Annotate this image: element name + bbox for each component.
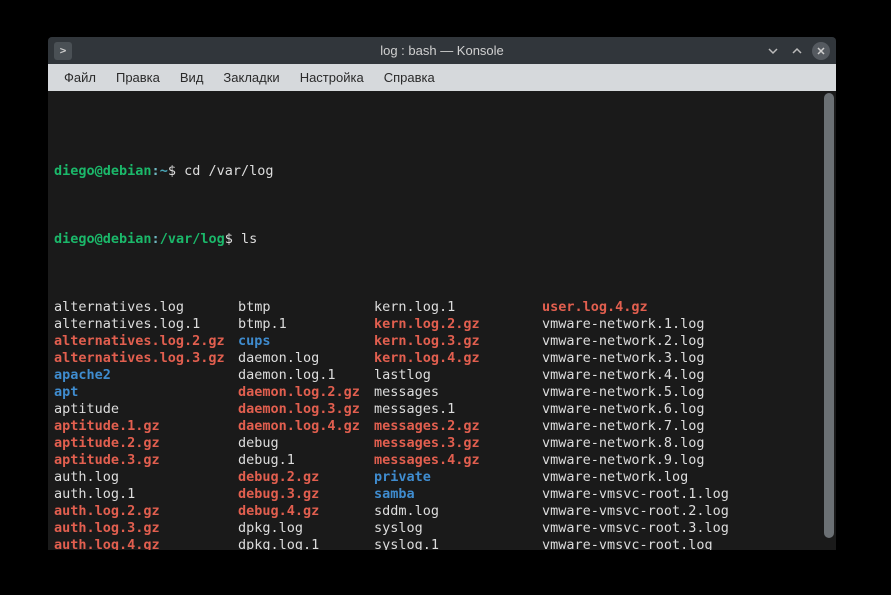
file-entry: daemon.log — [238, 350, 374, 367]
file-entry: samba — [374, 486, 542, 503]
file-entry: messages.1 — [374, 401, 542, 418]
file-entry: auth.log.3.gz — [54, 520, 238, 537]
file-entry: daemon.log.1 — [238, 367, 374, 384]
file-entry: alternatives.log.1 — [54, 316, 238, 333]
menu-settings[interactable]: Настройка — [292, 67, 372, 88]
file-entry: aptitude.2.gz — [54, 435, 238, 452]
file-entry: auth.log.4.gz — [54, 537, 238, 550]
minimize-button[interactable] — [764, 42, 782, 60]
window-title: log : bash — Konsole — [48, 43, 836, 58]
file-entry: user.log.4.gz — [542, 299, 737, 316]
file-entry: vmware-vmsvc-root.log — [542, 537, 737, 550]
file-entry: syslog — [374, 520, 542, 537]
file-entry: lastlog — [374, 367, 542, 384]
prompt-home: ~ — [160, 163, 168, 179]
prompt-user: diego@debian — [54, 163, 152, 179]
file-entry: aptitude.1.gz — [54, 418, 238, 435]
file-entry: sddm.log — [374, 503, 542, 520]
prompt-user: diego@debian — [54, 231, 152, 247]
terminal-window: > log : bash — Konsole Файл Правка Вид З… — [48, 37, 836, 550]
file-entry: alternatives.log.2.gz — [54, 333, 238, 350]
file-entry: aptitude — [54, 401, 238, 418]
file-entry: alternatives.log — [54, 299, 238, 316]
ls-column-1: alternatives.logalternatives.log.1altern… — [54, 299, 238, 550]
file-entry: auth.log.1 — [54, 486, 238, 503]
file-entry: vmware-network.1.log — [542, 316, 737, 333]
file-entry: dpkg.log — [238, 520, 374, 537]
file-entry: vmware-vmsvc-root.1.log — [542, 486, 737, 503]
menu-edit[interactable]: Правка — [108, 67, 168, 88]
file-entry: debug.4.gz — [238, 503, 374, 520]
file-entry: kern.log.4.gz — [374, 350, 542, 367]
file-entry: private — [374, 469, 542, 486]
file-entry: vmware-network.3.log — [542, 350, 737, 367]
file-entry: vmware-vmsvc-root.2.log — [542, 503, 737, 520]
file-entry: debug.1 — [238, 452, 374, 469]
menu-bookmarks[interactable]: Закладки — [215, 67, 287, 88]
file-entry: vmware-network.7.log — [542, 418, 737, 435]
ls-output: alternatives.logalternatives.log.1altern… — [54, 299, 830, 550]
file-entry: auth.log.2.gz — [54, 503, 238, 520]
file-entry: apt — [54, 384, 238, 401]
titlebar[interactable]: > log : bash — Konsole — [48, 37, 836, 64]
ls-column-4: user.log.4.gzvmware-network.1.logvmware-… — [542, 299, 737, 550]
file-entry: vmware-vmsvc-root.3.log — [542, 520, 737, 537]
terminal-viewport[interactable]: diego@debian:~$ cd /var/log diego@debian… — [48, 91, 836, 550]
ls-column-3: kern.log.1kern.log.2.gzkern.log.3.gzkern… — [374, 299, 542, 550]
file-entry: debug.2.gz — [238, 469, 374, 486]
file-entry: vmware-network.2.log — [542, 333, 737, 350]
menu-help[interactable]: Справка — [376, 67, 443, 88]
close-button[interactable] — [812, 42, 830, 60]
terminal-icon: > — [54, 42, 72, 60]
file-entry: kern.log.1 — [374, 299, 542, 316]
file-entry: btmp — [238, 299, 374, 316]
file-entry: kern.log.3.gz — [374, 333, 542, 350]
file-entry: btmp.1 — [238, 316, 374, 333]
file-entry: daemon.log.3.gz — [238, 401, 374, 418]
file-entry: vmware-network.6.log — [542, 401, 737, 418]
prompt-sep: : — [152, 231, 160, 247]
file-entry: daemon.log.4.gz — [238, 418, 374, 435]
menu-file[interactable]: Файл — [56, 67, 104, 88]
maximize-button[interactable] — [788, 42, 806, 60]
file-entry: dpkg.log.1 — [238, 537, 374, 550]
menu-view[interactable]: Вид — [172, 67, 212, 88]
file-entry: alternatives.log.3.gz — [54, 350, 238, 367]
prompt-dollar: $ — [225, 231, 233, 247]
file-entry: kern.log.2.gz — [374, 316, 542, 333]
file-entry: cups — [238, 333, 374, 350]
prompt-path: /var/log — [160, 231, 225, 247]
window-controls — [764, 42, 830, 60]
file-entry: vmware-network.4.log — [542, 367, 737, 384]
file-entry: messages.4.gz — [374, 452, 542, 469]
scrollbar[interactable] — [824, 93, 834, 538]
file-entry: auth.log — [54, 469, 238, 486]
command-text: ls — [233, 231, 257, 247]
file-entry: debug — [238, 435, 374, 452]
file-entry: aptitude.3.gz — [54, 452, 238, 469]
file-entry: messages.2.gz — [374, 418, 542, 435]
menubar: Файл Правка Вид Закладки Настройка Справ… — [48, 64, 836, 91]
file-entry: vmware-network.9.log — [542, 452, 737, 469]
file-entry: messages.3.gz — [374, 435, 542, 452]
file-entry: apache2 — [54, 367, 238, 384]
prompt-dollar: $ — [168, 163, 176, 179]
file-entry: syslog.1 — [374, 537, 542, 550]
file-entry: vmware-network.log — [542, 469, 737, 486]
file-entry: daemon.log.2.gz — [238, 384, 374, 401]
file-entry: debug.3.gz — [238, 486, 374, 503]
prompt-line-2: diego@debian:/var/log$ ls — [54, 231, 830, 248]
file-entry: vmware-network.5.log — [542, 384, 737, 401]
prompt-sep: : — [152, 163, 160, 179]
ls-column-2: btmpbtmp.1cupsdaemon.logdaemon.log.1daem… — [238, 299, 374, 550]
prompt-line-1: diego@debian:~$ cd /var/log — [54, 163, 830, 180]
file-entry: vmware-network.8.log — [542, 435, 737, 452]
file-entry: messages — [374, 384, 542, 401]
command-text: cd /var/log — [176, 163, 274, 179]
